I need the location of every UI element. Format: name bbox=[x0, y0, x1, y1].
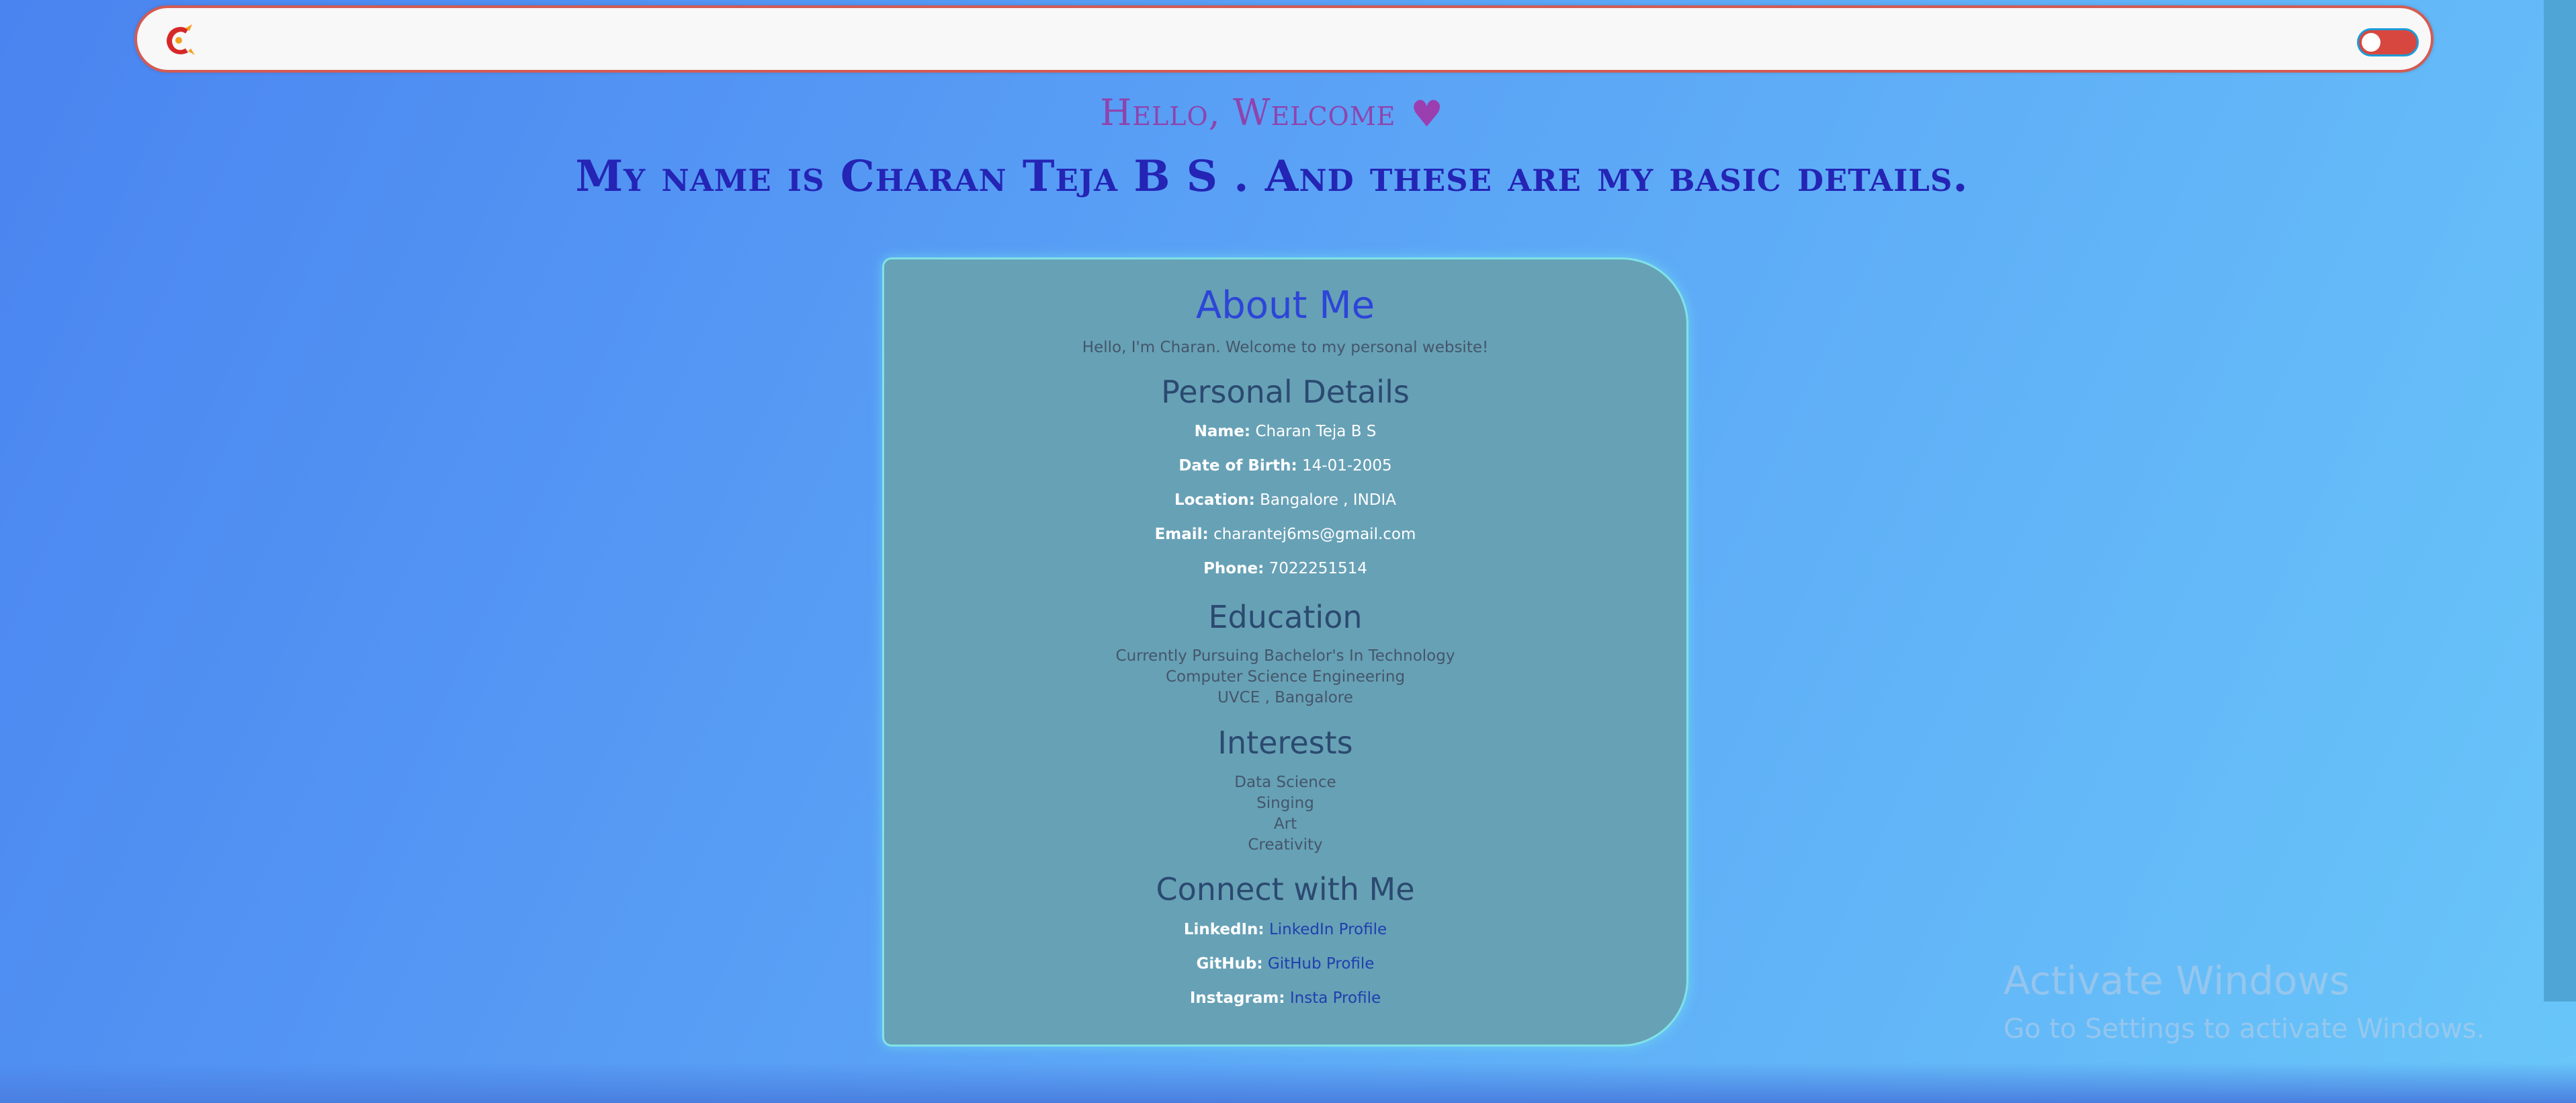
connect-github-row: GitHub: GitHub Profile bbox=[884, 955, 1686, 973]
toggle-knob bbox=[2362, 33, 2380, 52]
interests-title: Interests bbox=[1217, 725, 1353, 761]
top-navbar bbox=[134, 5, 2434, 73]
row-value: charantej6ms@gmail.com bbox=[1213, 526, 1416, 543]
personal-email-row: Email: charantej6ms@gmail.com bbox=[884, 526, 1686, 543]
personal-location-row: Location: Bangalore , INDIA bbox=[884, 491, 1686, 509]
education-title: Education bbox=[1208, 599, 1363, 635]
row-label: Location: bbox=[1174, 491, 1255, 509]
personal-dob-row: Date of Birth: 14-01-2005 bbox=[884, 457, 1686, 475]
row-label: Phone: bbox=[1203, 560, 1264, 577]
education-item: UVCE , Bangalore bbox=[1217, 689, 1353, 706]
intro-heading: My name is Charan Teja B S . And these a… bbox=[575, 151, 1969, 202]
github-link[interactable]: GitHub Profile bbox=[1268, 955, 1375, 973]
education-item: Computer Science Engineering bbox=[1165, 668, 1406, 686]
row-label: Name: bbox=[1194, 423, 1251, 440]
interest-item: Singing bbox=[1256, 794, 1314, 812]
row-label: Instagram: bbox=[1189, 989, 1285, 1007]
activate-windows-subtitle: Go to Settings to activate Windows. bbox=[2004, 1014, 2485, 1045]
greeting-heading: Hello, Welcome ♥ bbox=[0, 91, 2544, 135]
personal-phone-row: Phone: 7022251514 bbox=[884, 560, 1686, 577]
linkedin-link[interactable]: LinkedIn Profile bbox=[1269, 921, 1387, 938]
row-label: Date of Birth: bbox=[1178, 457, 1297, 475]
page-bottom-shade bbox=[0, 1063, 2576, 1103]
row-label: GitHub: bbox=[1196, 955, 1263, 973]
about-card: About Me Hello, I'm Charan. Welcome to m… bbox=[882, 257, 1688, 1047]
interest-item: Art bbox=[1273, 815, 1297, 833]
connect-instagram-row: Instagram: Insta Profile bbox=[884, 989, 1686, 1007]
interest-item: Data Science bbox=[1234, 774, 1336, 791]
connect-title: Connect with Me bbox=[1156, 871, 1415, 907]
personal-details-title: Personal Details bbox=[1161, 374, 1410, 410]
row-label: Email: bbox=[1154, 526, 1209, 543]
row-value: 7022251514 bbox=[1269, 560, 1367, 577]
activate-windows-title: Activate Windows bbox=[2004, 958, 2350, 1004]
heart-icon: ♥ bbox=[1410, 93, 1444, 135]
about-text: Hello, I'm Charan. Welcome to my persona… bbox=[1082, 339, 1489, 356]
education-item: Currently Pursuing Bachelor's In Technol… bbox=[1115, 647, 1455, 665]
logo-icon[interactable] bbox=[161, 22, 199, 59]
about-title: About Me bbox=[1195, 284, 1375, 327]
row-value: Bangalore , INDIA bbox=[1260, 491, 1397, 509]
theme-toggle[interactable] bbox=[2357, 28, 2419, 56]
vertical-scrollbar[interactable] bbox=[2544, 0, 2576, 1002]
row-label: LinkedIn: bbox=[1183, 921, 1264, 938]
row-value: 14-01-2005 bbox=[1302, 457, 1392, 475]
interest-item: Creativity bbox=[1248, 836, 1323, 854]
row-value: Charan Teja B S bbox=[1255, 423, 1377, 440]
connect-linkedin-row: LinkedIn: LinkedIn Profile bbox=[884, 921, 1686, 938]
greeting-text: Hello, Welcome bbox=[1100, 91, 1396, 134]
instagram-link[interactable]: Insta Profile bbox=[1290, 989, 1381, 1007]
personal-name-row: Name: Charan Teja B S bbox=[884, 423, 1686, 440]
